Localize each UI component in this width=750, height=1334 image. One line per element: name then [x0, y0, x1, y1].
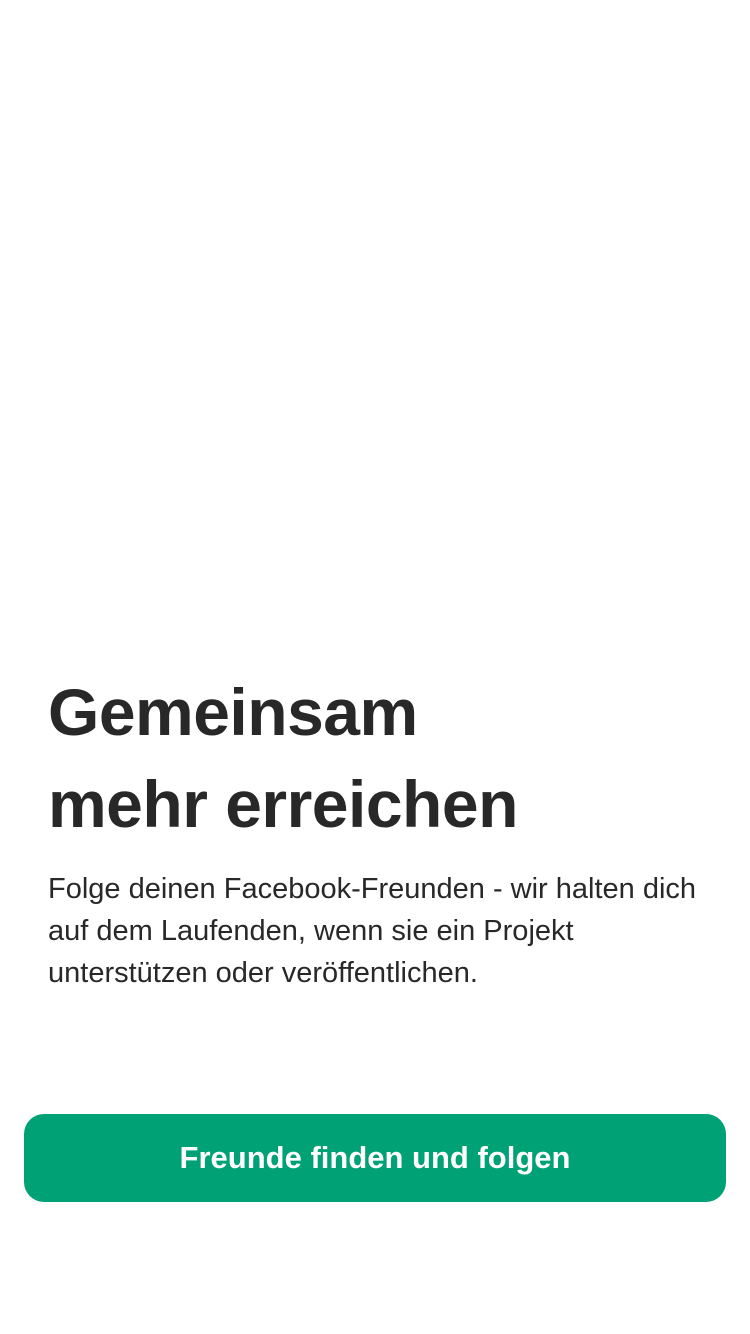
title-line-1: Gemeinsam [48, 675, 418, 749]
hero-area [0, 0, 750, 640]
onboarding-content: Gemeinsam mehr erreichen Folge deinen Fa… [48, 666, 708, 994]
page-title: Gemeinsam mehr erreichen [48, 666, 708, 850]
title-line-2: mehr erreichen [48, 767, 518, 841]
find-and-follow-friends-button[interactable]: Freunde finden und folgen [24, 1114, 726, 1202]
onboarding-screen: Gemeinsam mehr erreichen Folge deinen Fa… [0, 0, 750, 1334]
description-text: Folge deinen Facebook-Freunden - wir hal… [48, 873, 697, 989]
